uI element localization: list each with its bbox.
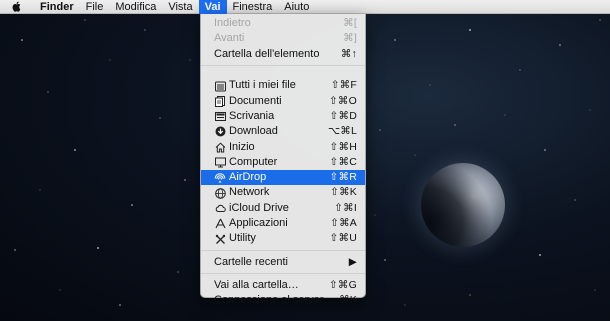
menu-item-shortcut: ⇧⌘U [329, 232, 357, 245]
all-files-icon [214, 80, 226, 92]
menu-item-connessione-server[interactable]: Connessione al server… ⌘K [201, 293, 365, 308]
menu-item-label: Scrivania [229, 109, 275, 122]
menu-item-shortcut: ⇧⌘K [330, 186, 357, 199]
apple-menu[interactable] [0, 0, 34, 14]
menu-separator [201, 250, 365, 252]
menu-item-shortcut: ⇧⌘C [329, 155, 357, 168]
menu-item-label: Indietro [214, 17, 251, 29]
menu-finestra[interactable]: Finestra [227, 0, 279, 14]
menu-item-icloud-drive[interactable]: iCloud Drive ⇧⌘I [201, 201, 365, 216]
menu-item-documenti[interactable]: Documenti ⇧⌘O [201, 94, 365, 109]
menu-vista[interactable]: Vista [162, 0, 198, 14]
menu-item-label: Utility [229, 232, 256, 245]
moon-image [421, 163, 505, 247]
menu-item-airdrop[interactable]: AirDrop ⇧⌘R [201, 170, 365, 186]
menu-item-label: Download [229, 125, 278, 138]
menu-modifica[interactable]: Modifica [109, 0, 162, 14]
menu-aiuto[interactable]: Aiuto [278, 0, 315, 14]
menu-item-label: Applicazioni [229, 217, 288, 230]
menu-bar: Finder File Modifica Vista Vai Finestra … [0, 0, 610, 14]
menu-item-label: Cartella dell'elemento [214, 47, 320, 60]
menu-item-shortcut: ⇧⌘G [328, 278, 357, 291]
menu-item-label: Connessione al server… [214, 294, 335, 307]
menu-item-shortcut: ⇧⌘I [334, 201, 357, 214]
submenu-arrow-icon: ▶ [348, 255, 357, 268]
menu-item-shortcut: ⌘] [343, 32, 357, 45]
menu-item-utility[interactable]: Utility ⇧⌘U [201, 231, 365, 246]
desktop-icon [214, 111, 226, 123]
menu-item-inizio[interactable]: Inizio ⇧⌘H [201, 140, 365, 155]
apple-logo-icon [12, 1, 21, 12]
menu-item-cartella-elemento[interactable]: Cartella dell'elemento ⌘↑ [201, 47, 365, 62]
menu-item-label: Cartelle recenti [214, 255, 288, 268]
vai-dropdown-menu: Indietro ⌘[ Avanti ⌘] Cartella dell'elem… [200, 14, 366, 306]
utility-icon [214, 233, 226, 245]
menu-item-label: Vai alla cartella… [214, 278, 299, 291]
menu-item-label: Network [229, 186, 270, 199]
cloud-icon [214, 202, 226, 214]
menu-vai[interactable]: Vai [198, 0, 227, 14]
menu-item-avanti[interactable]: Avanti ⌘] [201, 31, 365, 46]
menu-item-label: Computer [229, 155, 278, 168]
home-icon [214, 141, 226, 153]
menu-item-shortcut: ⌘K [339, 294, 357, 307]
menu-item-shortcut: ⇧⌘F [330, 79, 357, 92]
menu-spacer [201, 70, 365, 79]
menu-item-scrivania[interactable]: Scrivania ⇧⌘D [201, 109, 365, 124]
menu-item-label: Avanti [214, 32, 245, 45]
menu-item-indietro[interactable]: Indietro ⌘[ [201, 16, 365, 31]
menu-item-applicazioni[interactable]: Applicazioni ⇧⌘A [201, 216, 365, 231]
menu-item-label: iCloud Drive [229, 201, 289, 214]
menu-item-computer[interactable]: Computer ⇧⌘C [201, 155, 365, 170]
applications-icon [214, 218, 226, 230]
menu-item-download[interactable]: Download ⌥⌘L [201, 124, 365, 139]
network-icon [214, 187, 226, 199]
airdrop-icon [214, 172, 226, 184]
menu-item-label: AirDrop [229, 171, 267, 184]
menu-item-shortcut: ⌘↑ [340, 47, 357, 60]
menu-item-shortcut: ⇧⌘O [328, 94, 357, 107]
menu-separator [201, 273, 365, 275]
menu-separator [201, 65, 365, 67]
menu-item-label: Inizio [229, 140, 255, 153]
menu-item-label: Documenti [229, 94, 282, 107]
menu-item-shortcut: ⌘[ [343, 17, 357, 29]
download-icon [214, 126, 226, 138]
menu-item-shortcut: ⇧⌘R [329, 171, 357, 184]
menu-item-vai-alla-cartella[interactable]: Vai alla cartella… ⇧⌘G [201, 278, 365, 293]
menu-item-label: Tutti i miei file [229, 79, 296, 92]
menu-item-shortcut: ⇧⌘D [329, 109, 357, 122]
menu-finder[interactable]: Finder [34, 0, 80, 14]
menu-item-shortcut: ⇧⌘H [329, 140, 357, 153]
menu-item-cartelle-recenti[interactable]: Cartelle recenti ▶ [201, 255, 365, 270]
menu-file[interactable]: File [80, 0, 110, 14]
menu-item-shortcut: ⇧⌘A [330, 217, 357, 230]
menu-item-shortcut: ⌥⌘L [327, 125, 357, 138]
menu-item-tutti-miei-file[interactable]: Tutti i miei file ⇧⌘F [201, 78, 365, 93]
documents-icon [214, 95, 226, 107]
menu-item-network[interactable]: Network ⇧⌘K [201, 185, 365, 200]
computer-icon [214, 157, 226, 169]
